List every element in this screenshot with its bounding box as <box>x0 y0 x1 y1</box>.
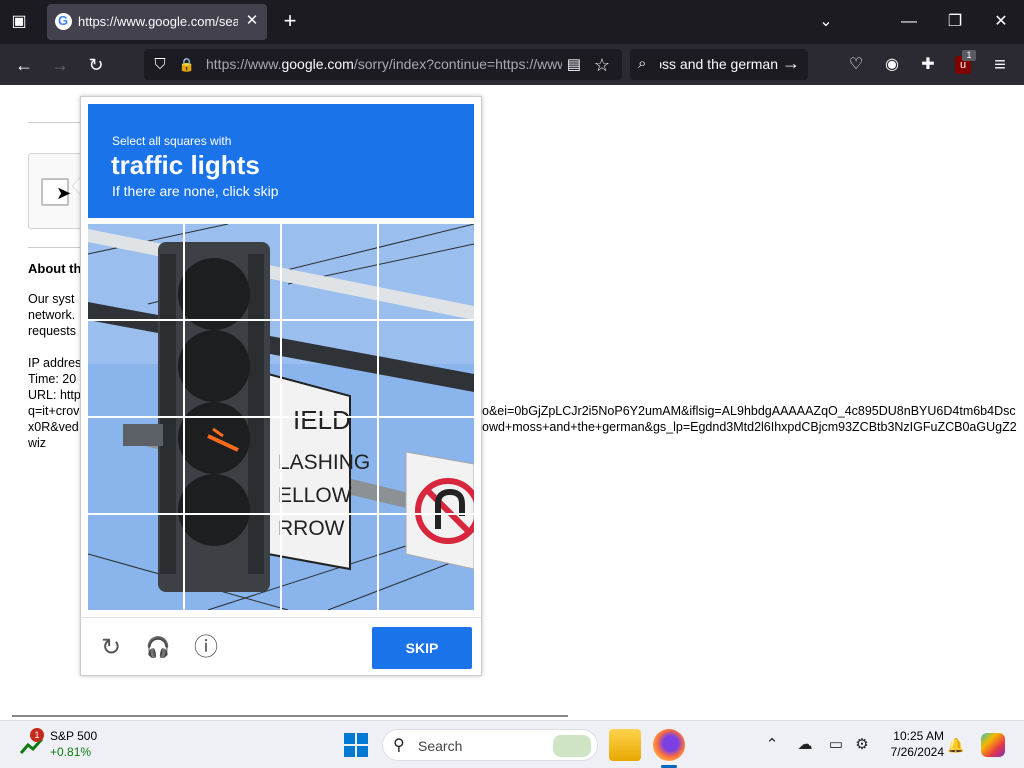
lock-icon[interactable]: 🔒 <box>177 55 197 75</box>
wiz-text: wiz <box>28 436 47 450</box>
captcha-tile-12[interactable] <box>379 418 473 512</box>
taskbar-search[interactable]: ⚲ Search <box>382 729 598 761</box>
stock-change[interactable]: +0.81% <box>50 745 91 759</box>
captcha-tile-4[interactable] <box>379 224 473 318</box>
shield-icon[interactable]: ⛉ <box>150 55 170 75</box>
url-domain: google.com <box>281 56 354 72</box>
extension-badge: 1 <box>962 50 976 61</box>
account-icon[interactable]: ◉ <box>880 53 904 77</box>
window-close-button[interactable]: ✕ <box>989 10 1013 34</box>
tab-title: https://www.google.com/search?q=it+crowd… <box>78 14 238 29</box>
url-bar[interactable]: ⛉ 🔒 https://www.google.com/sorry/index?c… <box>144 49 622 80</box>
windows-start-icon[interactable] <box>344 733 368 757</box>
url-line-tail: o&ei=0bGjZpLCJr2i5NoP6Y2umAM&iflsig=AL9h… <box>482 404 1016 418</box>
new-tab-button[interactable]: + <box>280 10 300 32</box>
back-button[interactable]: ← <box>12 53 36 77</box>
firefox-icon[interactable] <box>653 729 685 761</box>
captcha-challenge: Select all squares with traffic lights I… <box>80 96 482 676</box>
instruction-sub: If there are none, click skip <box>112 183 279 199</box>
chevron-up-icon[interactable]: ⌃ <box>762 735 782 755</box>
about-title: About th <box>28 261 82 276</box>
google-favicon-icon: G <box>55 13 72 30</box>
divider <box>28 122 88 123</box>
captcha-tile-14[interactable] <box>185 515 279 609</box>
search-icon: ⚲ <box>393 737 405 754</box>
info-icon[interactable]: ⓘ <box>192 634 220 662</box>
reload-challenge-icon[interactable]: ↻ <box>97 634 125 662</box>
search-icon: ⌕ <box>638 55 647 72</box>
reload-button[interactable]: ↻ <box>84 53 108 77</box>
captcha-tile-10[interactable] <box>185 418 279 512</box>
url-path: /sorry/index?continue=https://www.google… <box>353 56 562 72</box>
tab-close-icon[interactable]: ✕ <box>243 12 261 30</box>
pocket-icon[interactable]: ♡ <box>844 53 868 77</box>
url-label: URL: http <box>28 388 81 402</box>
search-bar[interactable]: ⌕ it crowd moss and the german → <box>630 49 808 80</box>
reader-view-icon[interactable]: ▤ <box>564 55 584 75</box>
captcha-header: Select all squares with traffic lights I… <box>88 104 474 218</box>
file-explorer-icon[interactable] <box>609 729 641 761</box>
captcha-tile-7[interactable] <box>282 321 376 415</box>
display-icon[interactable]: ▭ <box>826 735 846 755</box>
forward-button[interactable]: → <box>48 53 72 77</box>
stock-name[interactable]: S&P 500 <box>50 729 97 743</box>
tab-list-icon[interactable]: ▣ <box>8 12 30 32</box>
navigation-bar: ← → ↻ ⛉ 🔒 https://www.google.com/sorry/i… <box>0 44 1024 85</box>
captcha-tile-5[interactable] <box>88 321 182 415</box>
search-text[interactable]: it crowd moss and the german <box>660 56 778 72</box>
divider <box>28 247 88 248</box>
clock-date: 7/26/2024 <box>890 745 944 759</box>
instruction-small: Select all squares with <box>112 134 232 148</box>
search-highlight-image <box>553 735 591 757</box>
taskbar-search-placeholder: Search <box>418 738 463 754</box>
favicon-letter: G <box>58 13 69 28</box>
minimize-button[interactable]: — <box>897 10 921 34</box>
taskbar: 1 S&P 500 +0.81% ⚲ Search ⌃ ☁ ▭ ⚙ 10:25 … <box>0 720 1024 768</box>
paragraph-line: Our syst <box>28 292 75 306</box>
mouse-cursor-icon: ➤ <box>56 183 72 203</box>
captcha-tile-6[interactable] <box>185 321 279 415</box>
audio-challenge-icon[interactable]: 🎧 <box>144 634 172 662</box>
bookmark-star-icon[interactable]: ☆ <box>592 55 612 75</box>
url-line: q=it+crov <box>28 404 80 418</box>
search-go-icon[interactable]: → <box>782 53 800 74</box>
bell-icon[interactable]: 🔔 <box>946 735 966 755</box>
clock[interactable]: 10:25 AM 7/26/2024 <box>878 728 944 760</box>
horizontal-scrollbar[interactable] <box>12 715 568 717</box>
captcha-tile-9[interactable] <box>88 418 182 512</box>
stock-badge: 1 <box>30 728 44 742</box>
url-line-tail: owd+moss+and+the+german&gs_lp=Egdnd3Mtd2… <box>482 420 1017 434</box>
captcha-tile-13[interactable] <box>88 515 182 609</box>
url-line: x0R&ved <box>28 420 79 434</box>
maximize-button[interactable]: ❐ <box>943 10 967 34</box>
captcha-footer: ↻ 🎧 ⓘ SKIP <box>81 617 481 675</box>
paragraph-line: requests <box>28 324 76 338</box>
time-label: Time: 20 <box>28 372 77 386</box>
onedrive-icon[interactable]: ☁ <box>795 735 815 755</box>
tab-google[interactable]: G https://www.google.com/search?q=it+cro… <box>47 4 267 40</box>
captcha-tile-15[interactable] <box>282 515 376 609</box>
settings-icon[interactable]: ⚙ <box>852 735 872 755</box>
url-prefix: https://www. <box>206 56 282 72</box>
clock-time: 10:25 AM <box>893 729 944 743</box>
captcha-tile-2[interactable] <box>185 224 279 318</box>
captcha-image-grid: IELD LASHING ELLOW RROW <box>88 224 474 610</box>
url-text[interactable]: https://www.google.com/sorry/index?conti… <box>206 56 562 72</box>
copilot-icon[interactable] <box>981 733 1005 757</box>
extensions-icon[interactable]: ✚ <box>916 53 940 77</box>
captcha-tile-11[interactable] <box>282 418 376 512</box>
captcha-tile-3[interactable] <box>282 224 376 318</box>
menu-icon[interactable]: ≡ <box>988 53 1012 77</box>
captcha-tile-1[interactable] <box>88 224 182 318</box>
title-bar: ▣ G https://www.google.com/search?q=it+c… <box>0 0 1024 44</box>
skip-button[interactable]: SKIP <box>372 627 472 669</box>
captcha-tile-16[interactable] <box>379 515 473 609</box>
ip-label: IP addres <box>28 356 82 370</box>
list-all-tabs-icon[interactable]: ⌄ <box>814 10 838 34</box>
paragraph-line: network. <box>28 308 76 322</box>
captcha-tile-8[interactable] <box>379 321 473 415</box>
instruction-target: traffic lights <box>111 150 260 180</box>
